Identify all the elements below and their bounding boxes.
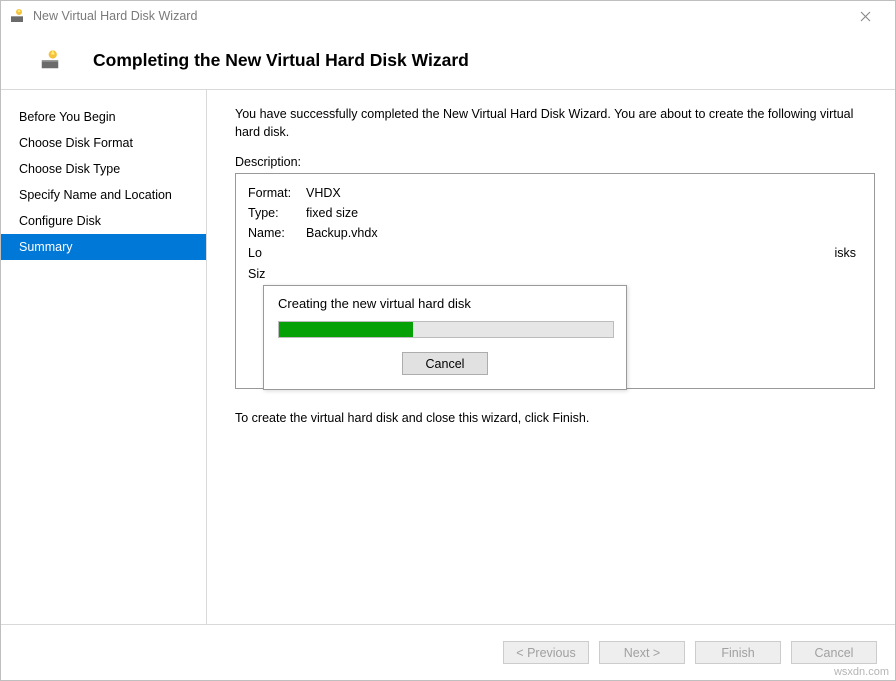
next-button: Next > (599, 641, 685, 664)
finish-note: To create the virtual hard disk and clos… (235, 411, 875, 425)
size-label-cut: Siz (248, 265, 266, 283)
finish-button: Finish (695, 641, 781, 664)
cancel-button: Cancel (791, 641, 877, 664)
row-type: Type: fixed size (248, 204, 862, 222)
type-label: Type: (248, 204, 306, 222)
intro-text: You have successfully completed the New … (235, 106, 875, 141)
progress-bar (278, 321, 614, 338)
close-icon[interactable] (843, 1, 887, 31)
type-value: fixed size (306, 204, 862, 222)
sidebar-step-configure-disk[interactable]: Configure Disk (1, 208, 206, 234)
progress-fill (279, 322, 413, 337)
sidebar-step-choose-disk-format[interactable]: Choose Disk Format (1, 130, 206, 156)
window-title: New Virtual Hard Disk Wizard (33, 9, 843, 23)
page-title: Completing the New Virtual Hard Disk Wiz… (93, 50, 469, 71)
progress-dialog-title: Creating the new virtual hard disk (278, 296, 612, 311)
name-label: Name: (248, 224, 306, 242)
titlebar: New Virtual Hard Disk Wizard (1, 1, 895, 31)
header: Completing the New Virtual Hard Disk Wiz… (1, 31, 895, 89)
disk-wizard-icon (9, 8, 25, 24)
format-value: VHDX (306, 184, 862, 202)
sidebar-step-specify-name-location[interactable]: Specify Name and Location (1, 182, 206, 208)
progress-dialog: Creating the new virtual hard disk Cance… (263, 285, 627, 390)
name-value: Backup.vhdx (306, 224, 862, 242)
row-location: Lo isks (248, 244, 862, 262)
row-name: Name: Backup.vhdx (248, 224, 862, 242)
location-value-suffix: isks (266, 244, 862, 262)
location-label-cut: Lo (248, 244, 266, 262)
sidebar-step-choose-disk-type[interactable]: Choose Disk Type (1, 156, 206, 182)
progress-cancel-button[interactable]: Cancel (402, 352, 488, 375)
description-label: Description: (235, 155, 875, 169)
footer: < Previous Next > Finish Cancel (1, 624, 895, 680)
steps-sidebar: Before You Begin Choose Disk Format Choo… (1, 90, 207, 624)
sidebar-step-before-you-begin[interactable]: Before You Begin (1, 104, 206, 130)
format-label: Format: (248, 184, 306, 202)
disk-wizard-icon (39, 49, 61, 71)
row-format: Format: VHDX (248, 184, 862, 202)
previous-button: < Previous (503, 641, 589, 664)
row-size: Siz (248, 265, 862, 283)
sidebar-step-summary[interactable]: Summary (1, 234, 206, 260)
wizard-window: New Virtual Hard Disk Wizard Completing … (0, 0, 896, 681)
